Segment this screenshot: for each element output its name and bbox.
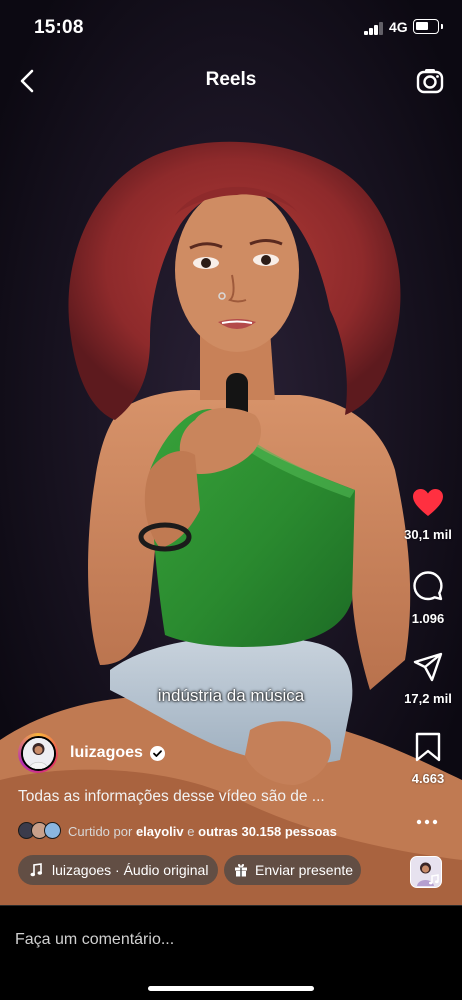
more-options-button[interactable]	[412, 810, 442, 834]
liked-by-row[interactable]: Curtido por elayoliv e outras 30.158 pes…	[18, 820, 337, 842]
audio-thumbnail[interactable]	[410, 856, 442, 888]
video-caption: indústria da música	[157, 686, 305, 705]
like-count: 30,1 mil	[404, 527, 452, 542]
status-bar: 15:08 4G	[0, 0, 462, 56]
signal-icon	[364, 22, 386, 35]
like-button[interactable]: 30,1 mil	[398, 488, 458, 542]
save-count: 4.663	[411, 771, 445, 786]
author-avatar[interactable]	[18, 733, 58, 773]
comment-icon	[413, 571, 443, 601]
author-row: luizagoes	[18, 731, 165, 775]
send-gift-pill[interactable]: Enviar presente	[224, 855, 361, 885]
audio-cover-image	[411, 857, 440, 886]
top-bar: Reels	[0, 56, 462, 106]
share-icon	[413, 652, 443, 682]
comment-bar	[0, 905, 462, 1000]
liked-by-user[interactable]: elayoliv	[136, 824, 184, 839]
audio-label: luizagoes · Áudio original	[52, 862, 209, 878]
liked-by-others[interactable]: outras 30.158 pessoas	[198, 824, 337, 839]
bookmark-icon	[415, 732, 441, 762]
status-time: 15:08	[34, 17, 84, 38]
reel-description[interactable]: Todas as informações desse vídeo são de …	[18, 788, 325, 806]
liked-by-avatars	[18, 822, 64, 840]
camera-button[interactable]	[413, 64, 447, 98]
share-count: 17,2 mil	[404, 691, 452, 706]
comment-count: 1.096	[411, 611, 445, 626]
gift-icon	[235, 864, 247, 877]
comment-button[interactable]: 1.096	[398, 570, 458, 626]
audio-pill[interactable]: luizagoes · Áudio original	[18, 855, 218, 885]
network-label: 4G	[389, 19, 408, 35]
verified-icon	[149, 745, 165, 761]
camera-icon	[416, 69, 444, 94]
more-icon	[416, 819, 438, 825]
liked-by-prefix: Curtido por	[68, 823, 133, 839]
comment-input[interactable]	[15, 926, 435, 954]
liked-avatar	[44, 822, 61, 839]
page-title: Reels	[205, 69, 257, 90]
reels-screen: indústria da música 15:08 4G Reels 30,1 …	[0, 0, 462, 1000]
battery-icon	[413, 19, 443, 34]
save-button[interactable]: 4.663	[398, 732, 458, 786]
heart-icon	[413, 489, 443, 516]
avatar-image	[22, 737, 54, 769]
gift-label: Enviar presente	[255, 862, 354, 878]
home-indicator[interactable]	[148, 986, 314, 991]
share-button[interactable]: 17,2 mil	[398, 652, 458, 706]
author-username[interactable]: luizagoes	[70, 744, 143, 762]
liked-by-connector: e	[187, 823, 195, 839]
music-note-icon	[30, 863, 42, 877]
